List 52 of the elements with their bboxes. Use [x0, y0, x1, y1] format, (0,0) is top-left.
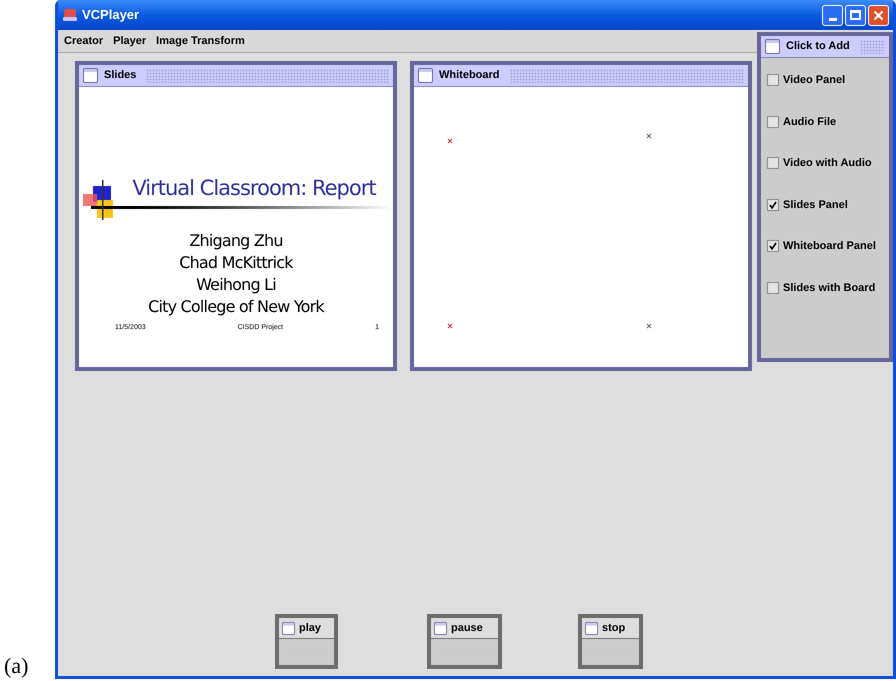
menu-item[interactable]: Creator: [64, 32, 104, 50]
slide-title: Virtual Classroom: Report: [132, 175, 376, 201]
checkbox-label: Video Panel: [783, 73, 846, 88]
slide-text: Chad McKittrick: [179, 252, 293, 273]
frame-title-bar[interactable]: Click to Add: [761, 36, 889, 58]
control-title: stop: [602, 620, 626, 636]
menu-item[interactable]: Player: [113, 32, 146, 50]
window-icon: [418, 68, 433, 83]
checkbox[interactable]: [767, 240, 779, 252]
checkbox[interactable]: [767, 157, 779, 170]
window-title: VCPlayer: [82, 6, 140, 24]
control-frame[interactable]: pause: [427, 614, 502, 669]
close-icon: [873, 10, 884, 20]
window-icon: [765, 39, 780, 54]
checkbox-label: Slides Panel: [783, 198, 848, 212]
frame-title-bar[interactable]: Whiteboard: [414, 65, 748, 87]
slide-text: Zhigang Zhu: [189, 230, 283, 251]
control-frame[interactable]: stop: [578, 614, 643, 669]
slide-text: Weihong Li: [196, 274, 276, 295]
checkbox-label: Audio File: [783, 114, 836, 130]
control-frame[interactable]: play: [275, 614, 338, 669]
window-icon: [83, 68, 98, 83]
checkbox-label: Video with Audio: [783, 156, 872, 171]
frame-title: Whiteboard: [439, 68, 500, 84]
maximize-button[interactable]: [845, 4, 866, 26]
cross-mark-icon: [646, 133, 652, 139]
slide-text: City College of New York: [148, 296, 324, 317]
cross-mark-icon: [447, 138, 453, 144]
cross-mark-icon: [447, 323, 453, 329]
window-icon: [282, 622, 295, 634]
close-button[interactable]: [868, 4, 889, 26]
control-title: pause: [451, 620, 483, 636]
checkbox[interactable]: [767, 116, 779, 128]
frame-title: Click to Add: [786, 39, 850, 54]
slide-decoration-drawing: [83, 180, 113, 220]
checkbox[interactable]: [767, 74, 779, 86]
checkbox[interactable]: [767, 198, 779, 211]
frame-title-bar[interactable]: Slides: [79, 65, 393, 87]
check-icon: [769, 200, 777, 209]
frame-title: Slides: [104, 68, 136, 84]
menu-item[interactable]: Image Transform: [156, 32, 245, 50]
window-icon: [585, 622, 598, 634]
check-icon: [769, 242, 777, 250]
figure-label: (a): [4, 655, 30, 677]
checkbox[interactable]: [767, 282, 779, 294]
minimize-button[interactable]: [822, 4, 843, 26]
cross-mark-icon: [646, 323, 652, 329]
app-icon: [62, 7, 78, 23]
checkbox-label: Whiteboard Panel: [783, 239, 876, 254]
window-icon: [434, 622, 447, 634]
control-title: play: [299, 620, 322, 636]
checkbox-label: Slides with Board: [783, 280, 876, 296]
